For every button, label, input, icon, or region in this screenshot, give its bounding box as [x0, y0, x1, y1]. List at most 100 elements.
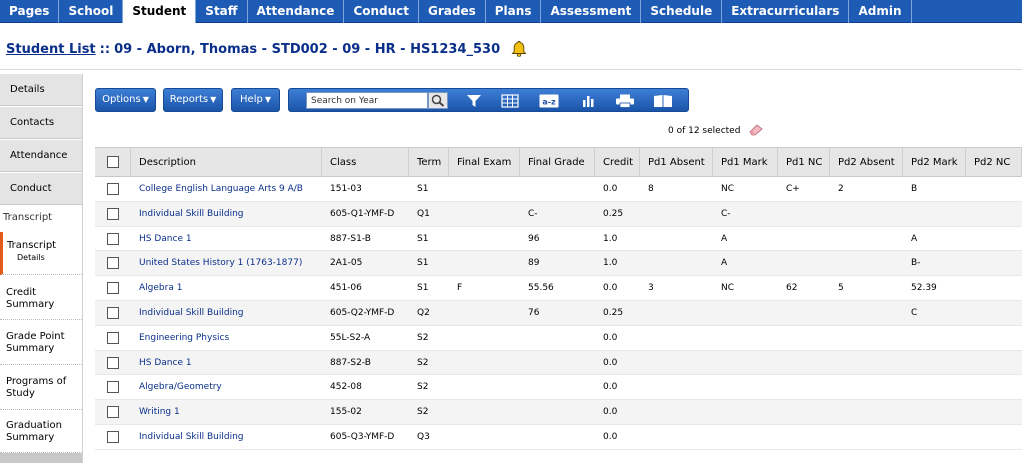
- row-checkbox[interactable]: [107, 430, 119, 443]
- column-header-final-grade[interactable]: Final Grade: [520, 148, 595, 177]
- cell-pd2-nc: [966, 227, 1022, 251]
- cell-pd2-nc: [966, 400, 1022, 424]
- book-icon[interactable]: [653, 94, 673, 108]
- cell-pd1-nc: [778, 301, 830, 325]
- row-checkbox[interactable]: [107, 232, 119, 245]
- grid-icon[interactable]: [501, 94, 519, 108]
- nav-tab-pages[interactable]: Pages: [0, 0, 60, 23]
- search-button[interactable]: [428, 92, 448, 109]
- nav-tab-attendance[interactable]: Attendance: [248, 0, 345, 23]
- column-header-class[interactable]: Class: [322, 148, 409, 177]
- sidebar-item-conduct[interactable]: Conduct: [0, 173, 82, 205]
- nav-tab-conduct[interactable]: Conduct: [344, 0, 420, 23]
- row-checkbox[interactable]: [107, 282, 119, 295]
- cell-credit: 1.0: [603, 258, 618, 269]
- student-context: 09 - Aborn, Thomas - STD002 - 09 - HR - …: [114, 41, 501, 57]
- cell-final-exam: [449, 301, 520, 325]
- sort-az-icon[interactable]: a-z: [539, 94, 559, 108]
- cell-pd2-mark: A: [911, 233, 918, 244]
- cell-pd1-absent: [640, 202, 713, 226]
- cell-description[interactable]: Algebra 1: [131, 276, 322, 300]
- reports-button[interactable]: Reports ▼: [163, 88, 223, 112]
- cell-pd2-absent: [830, 351, 903, 375]
- cell-description[interactable]: College English Language Arts 9 A/B: [131, 177, 322, 201]
- sidebar-subitem-credit-summary[interactable]: Credit Summary: [0, 278, 82, 320]
- filter-icon[interactable]: [465, 94, 483, 108]
- sidebar-item-contacts[interactable]: Contacts: [0, 107, 82, 139]
- eraser-icon[interactable]: [748, 124, 764, 136]
- cell-term: S1: [417, 258, 429, 269]
- print-icon[interactable]: [615, 94, 635, 108]
- search-input[interactable]: [306, 92, 428, 109]
- cell-description[interactable]: Individual Skill Building: [131, 425, 322, 449]
- row-checkbox[interactable]: [107, 356, 119, 369]
- cell-description[interactable]: Writing 1: [131, 400, 322, 424]
- column-header-pd2-nc[interactable]: Pd2 NC: [966, 148, 1022, 177]
- nav-tab-admin[interactable]: Admin: [849, 0, 912, 23]
- sidebar-subitem-programs-of-study[interactable]: Programs of Study: [0, 368, 82, 410]
- cell-class: 151-03: [330, 184, 362, 194]
- sidebar-subitem-transcript-details[interactable]: Transcript Details: [0, 232, 82, 275]
- nav-tab-assessment[interactable]: Assessment: [541, 0, 642, 23]
- cell-term: Q3: [417, 431, 430, 442]
- help-button[interactable]: Help ▼: [231, 88, 280, 112]
- cell-pd2-nc: [966, 375, 1022, 399]
- options-label: Options: [102, 94, 141, 105]
- nav-tab-student[interactable]: Student: [123, 0, 197, 23]
- cell-description[interactable]: Engineering Physics: [131, 326, 322, 350]
- select-all-checkbox[interactable]: [107, 156, 119, 168]
- column-header-pd2-mark[interactable]: Pd2 Mark: [903, 148, 966, 177]
- magnifier-icon: [431, 94, 445, 107]
- column-header-description[interactable]: Description: [131, 148, 322, 177]
- sidebar-item-details[interactable]: Details: [0, 74, 82, 106]
- column-header-pd1-absent[interactable]: Pd1 Absent: [640, 148, 713, 177]
- chart-icon[interactable]: [579, 94, 597, 108]
- cell-pd1-mark: C-: [721, 208, 731, 219]
- sidebar-subitem-grade-point-summary[interactable]: Grade Point Summary: [0, 323, 82, 365]
- breadcrumb-student-list[interactable]: Student List: [6, 42, 96, 57]
- cell-pd1-nc: C+: [786, 184, 800, 194]
- row-checkbox[interactable]: [107, 381, 119, 394]
- column-header-pd2-absent[interactable]: Pd2 Absent: [830, 148, 903, 177]
- row-checkbox[interactable]: [107, 331, 119, 344]
- cell-term: S2: [417, 357, 429, 368]
- row-checkbox[interactable]: [107, 406, 119, 419]
- nav-tab-school[interactable]: School: [59, 0, 124, 23]
- nav-tab-grades[interactable]: Grades: [419, 0, 486, 23]
- cell-pd1-absent: [640, 425, 713, 449]
- column-header-pd1-mark[interactable]: Pd1 Mark: [713, 148, 778, 177]
- cell-description[interactable]: United States History 1 (1763-1877): [131, 251, 322, 275]
- cell-final-grade: 55.56: [528, 283, 554, 294]
- table-row: Individual Skill Building 605-Q2-YMF-D Q2 7…: [95, 300, 1022, 326]
- cell-credit: 0.0: [603, 407, 618, 418]
- cell-pd1-mark: NC: [721, 283, 735, 294]
- row-checkbox[interactable]: [107, 306, 119, 319]
- row-checkbox[interactable]: [107, 207, 119, 220]
- column-header-final-exam[interactable]: Final Exam: [449, 148, 520, 177]
- top-nav: Pages School Student Staff Attendance Co…: [0, 0, 1022, 23]
- nav-tab-schedule[interactable]: Schedule: [641, 0, 723, 23]
- cell-description[interactable]: Individual Skill Building: [131, 202, 322, 226]
- cell-term: S1: [417, 283, 429, 294]
- row-checkbox[interactable]: [107, 257, 119, 270]
- row-checkbox[interactable]: [107, 183, 119, 195]
- cell-description[interactable]: Algebra/Geometry: [131, 375, 322, 399]
- cell-final-grade: C-: [528, 208, 538, 219]
- column-header-term[interactable]: Term: [409, 148, 449, 177]
- sidebar-item-attendance[interactable]: Attendance: [0, 140, 82, 172]
- sidebar-footer: [0, 453, 82, 463]
- column-header-credit[interactable]: Credit: [595, 148, 640, 177]
- table-row: United States History 1 (1763-1877) 2A1-0…: [95, 251, 1022, 277]
- cell-description[interactable]: Individual Skill Building: [131, 301, 322, 325]
- nav-tab-plans[interactable]: Plans: [486, 0, 542, 23]
- bell-icon[interactable]: [510, 40, 528, 58]
- cell-class: 2A1-05: [330, 258, 363, 269]
- cell-description[interactable]: HS Dance 1: [131, 227, 322, 251]
- nav-tab-staff[interactable]: Staff: [196, 0, 248, 23]
- cell-term: S1: [417, 184, 429, 194]
- sidebar-subitem-graduation-summary[interactable]: Graduation Summary: [0, 413, 82, 453]
- column-header-pd1-nc[interactable]: Pd1 NC: [778, 148, 830, 177]
- cell-description[interactable]: HS Dance 1: [131, 351, 322, 375]
- nav-tab-extracurriculars[interactable]: Extracurriculars: [722, 0, 850, 23]
- options-button[interactable]: Options ▼: [95, 88, 156, 112]
